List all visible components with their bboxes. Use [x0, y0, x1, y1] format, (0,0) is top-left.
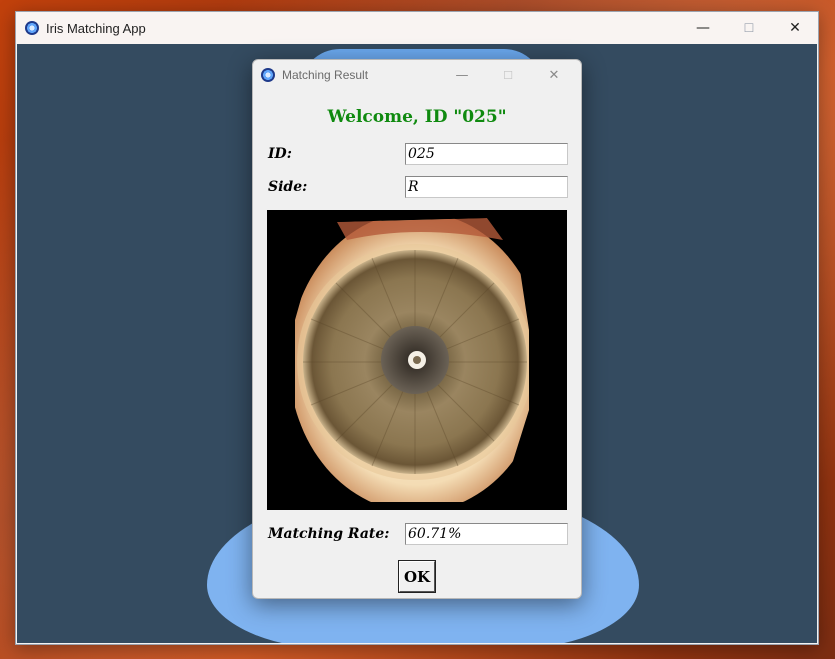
main-window-controls: — ☐ ✕: [680, 12, 818, 44]
iris-image: [267, 210, 567, 510]
iris-app-icon: [261, 68, 275, 82]
welcome-message: Welcome, ID "025": [327, 107, 507, 127]
dialog-title: Matching Result: [282, 68, 369, 82]
iris-image-graphic: [295, 218, 529, 502]
dialog-close-button[interactable]: ✕: [531, 60, 577, 90]
id-label: ID:: [268, 146, 292, 162]
maximize-button[interactable]: ☐: [726, 12, 772, 44]
side-field[interactable]: R: [405, 176, 568, 198]
matching-rate-row: Matching Rate: 60.71%: [268, 523, 568, 545]
side-label: Side:: [268, 179, 308, 195]
dialog-titlebar[interactable]: Matching Result — ☐ ✕: [253, 60, 581, 90]
main-window-title: Iris Matching App: [46, 20, 146, 36]
id-field[interactable]: 025: [405, 143, 568, 165]
matching-rate-label: Matching Rate:: [268, 526, 390, 542]
dialog-controls: — ☐ ✕: [439, 60, 577, 90]
iris-app-icon: [25, 21, 39, 35]
matching-rate-field[interactable]: 60.71%: [405, 523, 568, 545]
id-row: ID: 025: [268, 143, 568, 165]
side-row: Side: R: [268, 176, 568, 198]
dialog-maximize-button: ☐: [503, 68, 513, 82]
main-titlebar[interactable]: Iris Matching App — ☐ ✕: [16, 12, 818, 44]
ok-button[interactable]: OK: [398, 560, 436, 593]
dialog-minimize-button[interactable]: —: [439, 60, 485, 90]
minimize-button[interactable]: —: [680, 12, 726, 44]
close-button[interactable]: ✕: [772, 12, 818, 44]
matching-result-dialog: Matching Result — ☐ ✕ Welcome, ID "025" …: [252, 59, 582, 599]
